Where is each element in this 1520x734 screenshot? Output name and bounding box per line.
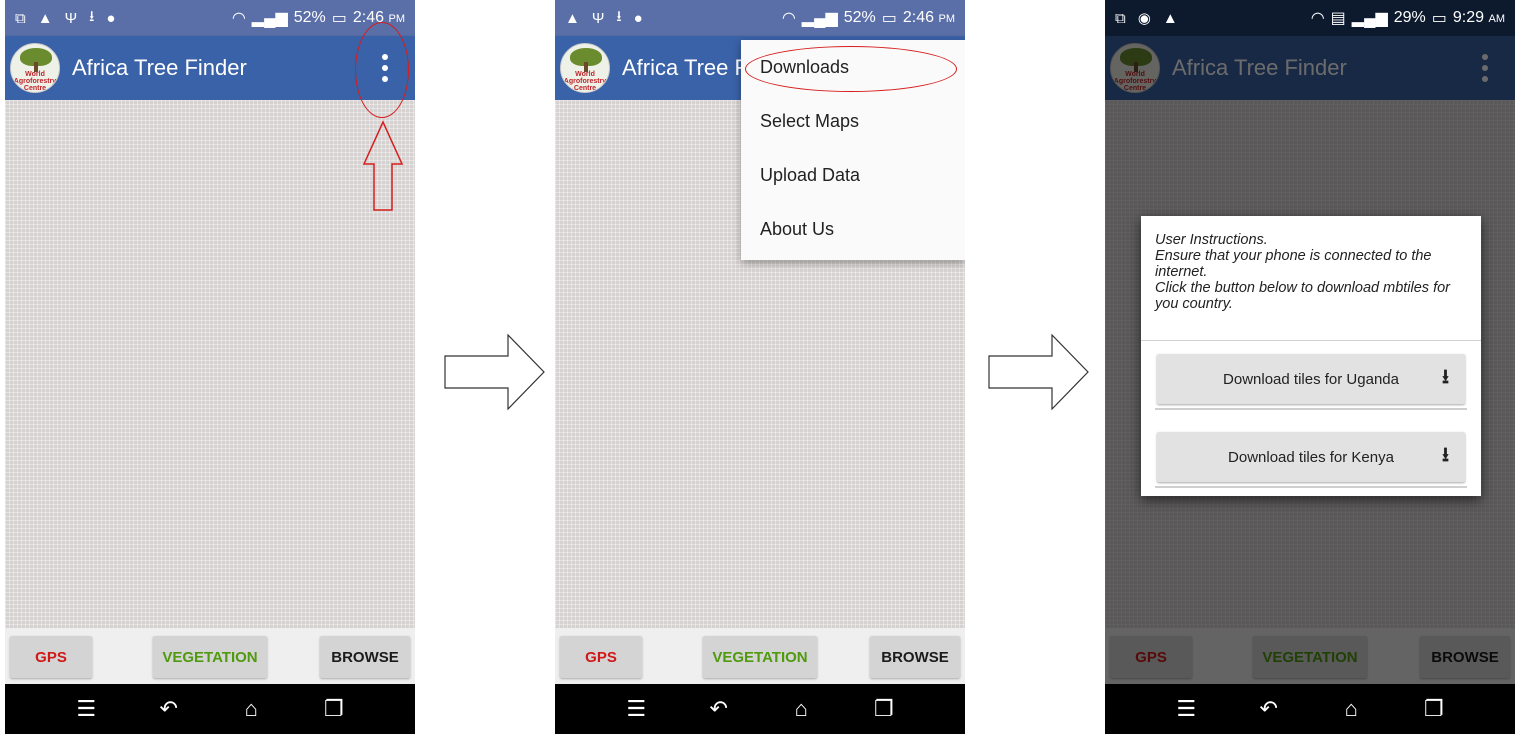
usb-icon: Ψ [591, 9, 605, 27]
warning-icon: ▲ [37, 9, 53, 27]
status-bar: ▲ Ψ ⭳ ● ◠ ▂▄▆ 52% ▭ 2:46 PM [555, 0, 965, 36]
recents-icon[interactable]: ❐ [864, 696, 904, 722]
wifi-icon: ◠ [231, 10, 246, 27]
divider [1155, 486, 1467, 488]
battery-icon: ▭ [331, 10, 347, 27]
gps-button[interactable]: GPS [560, 636, 642, 678]
download-notification-icon: ⭳ [616, 7, 622, 25]
clock: 9:29 AM [1452, 9, 1505, 26]
app-logo: World Agroforestry Centre [10, 43, 60, 93]
home-icon[interactable]: ⌂ [781, 696, 821, 722]
back-icon[interactable]: ↶ [699, 696, 739, 722]
gps-button[interactable]: GPS [10, 636, 92, 678]
download-dialog: User Instructions. Ensure that your phon… [1141, 216, 1481, 496]
annotation-up-arrow [362, 120, 404, 211]
app-title: Africa Tree Finder [72, 55, 247, 80]
status-bar: ⧉ ◉ ▲ ◠ ▤ ▂▄▆ 29% ▭ 9:29 AM [1105, 0, 1515, 36]
user-instructions: User Instructions. Ensure that your phon… [1155, 232, 1450, 312]
menu-item-about-us[interactable]: About Us [741, 202, 965, 256]
download-icon: ⭳ [1442, 366, 1449, 388]
back-icon[interactable]: ↶ [149, 696, 189, 722]
app-logo: World Agroforestry Centre [560, 43, 610, 93]
android-icon: ● [633, 9, 643, 27]
recents-icon[interactable]: ❐ [1414, 696, 1454, 722]
annotation-ellipse [355, 22, 409, 118]
wifi-icon: ◠ [781, 10, 796, 27]
menu-icon[interactable]: ☰ [616, 696, 656, 722]
download-uganda-button[interactable]: Download tiles for Uganda ⭳ [1157, 354, 1465, 404]
flow-arrow-1 [444, 334, 545, 410]
app-bar: World Agroforestry Centre Africa Tree Fi… [5, 36, 415, 100]
divider [1141, 340, 1481, 341]
download-kenya-button[interactable]: Download tiles for Kenya ⭳ [1157, 432, 1465, 482]
menu-item-upload-data[interactable]: Upload Data [741, 148, 965, 202]
back-icon[interactable]: ↶ [1249, 696, 1289, 722]
recents-icon[interactable]: ❐ [314, 696, 354, 722]
navigation-bar: ☰ ↶ ⌂ ❐ [555, 684, 965, 734]
usb-icon: Ψ [64, 9, 78, 27]
browse-button[interactable]: BROWSE [870, 636, 960, 678]
status-bar: ⧉ ▲ Ψ ⭳ ● ◠ ▂▄▆ 52% ▭ 2:46 PM [5, 0, 415, 36]
map-view[interactable] [5, 100, 415, 628]
android-icon: ● [106, 9, 116, 27]
wifi-icon: ◠ [1310, 10, 1325, 27]
battery-icon: ▭ [881, 10, 897, 27]
notification-icon: ⧉ [1115, 9, 1126, 27]
bottom-toolbar: GPS VEGETATION BROWSE [555, 628, 965, 684]
phone-screen-1: ⧉ ▲ Ψ ⭳ ● ◠ ▂▄▆ 52% ▭ 2:46 PM World Agro… [5, 0, 415, 734]
clock: 2:46 PM [902, 9, 955, 26]
menu-item-select-maps[interactable]: Select Maps [741, 94, 965, 148]
bottom-toolbar: GPS VEGETATION BROWSE [5, 628, 415, 684]
browse-button[interactable]: BROWSE [320, 636, 410, 678]
battery-percent: 52% [843, 9, 876, 26]
security-icon: ◉ [1137, 10, 1151, 27]
warning-icon: ▲ [1162, 9, 1178, 27]
download-notification-icon: ⭳ [89, 7, 95, 25]
vegetation-button[interactable]: VEGETATION [703, 636, 817, 678]
sim-icon: ▤ [1330, 10, 1346, 27]
battery-percent: 29% [1393, 9, 1426, 26]
signal-icon: ▂▄▆ [1351, 10, 1388, 27]
warning-icon: ▲ [565, 9, 580, 27]
phone-screen-2: ▲ Ψ ⭳ ● ◠ ▂▄▆ 52% ▭ 2:46 PM World Agrofo… [555, 0, 965, 734]
download-icon: ⭳ [1442, 444, 1449, 466]
vegetation-button[interactable]: VEGETATION [153, 636, 267, 678]
phone-screen-3: World Agroforestry Centre Africa Tree Fi… [1105, 0, 1515, 734]
signal-icon: ▂▄▆ [251, 10, 288, 27]
signal-icon: ▂▄▆ [801, 10, 838, 27]
menu-icon[interactable]: ☰ [1166, 696, 1206, 722]
divider [1155, 408, 1467, 410]
notification-icon: ⧉ [15, 9, 26, 27]
home-icon[interactable]: ⌂ [231, 696, 271, 722]
navigation-bar: ☰ ↶ ⌂ ❐ [1105, 684, 1515, 734]
menu-icon[interactable]: ☰ [66, 696, 106, 722]
home-icon[interactable]: ⌂ [1331, 696, 1371, 722]
flow-arrow-2 [988, 334, 1089, 410]
battery-icon: ▭ [1431, 10, 1447, 27]
annotation-ellipse [745, 46, 957, 92]
navigation-bar: ☰ ↶ ⌂ ❐ [5, 684, 415, 734]
battery-percent: 52% [293, 9, 326, 26]
